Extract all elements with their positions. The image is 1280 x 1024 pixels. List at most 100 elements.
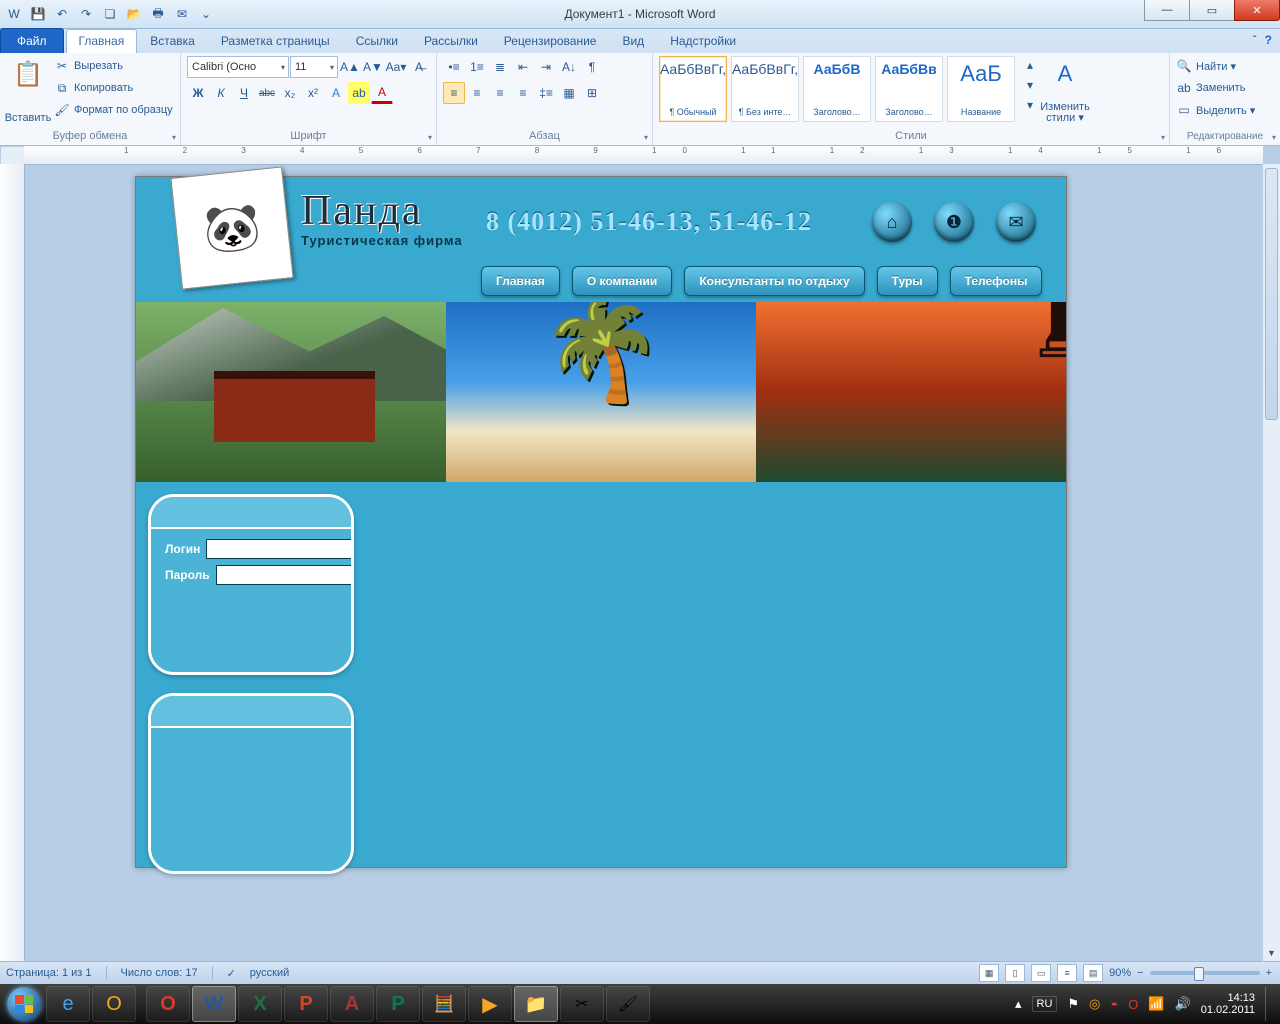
view-web[interactable]: ▭ (1031, 964, 1051, 982)
find-button[interactable]: 🔍Найти ▾ (1176, 56, 1255, 76)
superscript-button[interactable]: x² (302, 82, 324, 104)
tab-addins[interactable]: Надстройки (657, 29, 749, 53)
align-left-button[interactable]: ≡ (443, 82, 465, 104)
numbering-button[interactable]: 1≡ (466, 56, 488, 78)
taskbar-outlook[interactable]: O (92, 986, 136, 1022)
word-app-icon[interactable]: W (4, 4, 24, 24)
style-heading1[interactable]: АаБбВЗаголово… (803, 56, 871, 122)
qat-mail-icon[interactable]: ✉ (172, 4, 192, 24)
indent-inc-button[interactable]: ⇥ (535, 56, 557, 78)
qat-undo-icon[interactable]: ↶ (52, 4, 72, 24)
tab-file[interactable]: Файл (0, 28, 64, 53)
scroll-down-icon[interactable]: ▼ (1263, 944, 1280, 961)
taskbar-snip[interactable]: ✂ (560, 986, 604, 1022)
qat-open-icon[interactable]: 📂 (124, 4, 144, 24)
shading-button[interactable]: ▦ (558, 82, 580, 104)
taskbar-powerpoint[interactable]: P (284, 986, 328, 1022)
change-case-button[interactable]: Aa▾ (385, 56, 407, 78)
tab-review[interactable]: Рецензирование (491, 29, 610, 53)
taskbar-ie[interactable]: e (46, 986, 90, 1022)
tab-page-layout[interactable]: Разметка страницы (208, 29, 343, 53)
taskbar-access[interactable]: A (330, 986, 374, 1022)
window-maximize-button[interactable]: ▭ (1189, 0, 1235, 21)
window-close-button[interactable]: ✕ (1234, 0, 1280, 21)
status-page[interactable]: Страница: 1 из 1 (6, 967, 92, 979)
tab-home[interactable]: Главная (66, 29, 138, 53)
change-styles-button[interactable]: A Изменить стили ▾ (1037, 56, 1093, 126)
taskbar-publisher[interactable]: P (376, 986, 420, 1022)
format-painter-button[interactable]: 🖌Формат по образцу (54, 100, 173, 120)
subscript-button[interactable]: x₂ (279, 82, 301, 104)
multilevel-button[interactable]: ≣ (489, 56, 511, 78)
font-size-combo[interactable]: 11 (290, 56, 338, 78)
bold-button[interactable]: Ж (187, 82, 209, 104)
qat-save-icon[interactable]: 💾 (28, 4, 48, 24)
tab-references[interactable]: Ссылки (343, 29, 411, 53)
style-nospacing[interactable]: АаБбВвГг,¶ Без инте… (731, 56, 799, 122)
show-marks-button[interactable]: ¶ (581, 56, 603, 78)
tray-clock[interactable]: 14:13 01.02.2011 (1201, 992, 1255, 1016)
tray-opera-icon[interactable]: O (1128, 997, 1138, 1012)
copy-button[interactable]: ⧉Копировать (54, 78, 173, 98)
underline-button[interactable]: Ч (233, 82, 255, 104)
style-normal[interactable]: АаБбВвГг,¶ Обычный (659, 56, 727, 122)
align-right-button[interactable]: ≡ (489, 82, 511, 104)
taskbar-opera[interactable]: O (146, 986, 190, 1022)
style-title[interactable]: АаБНазвание (947, 56, 1015, 122)
borders-button[interactable]: ⊞ (581, 82, 603, 104)
tray-security-icon[interactable]: ◓ (1110, 997, 1118, 1012)
login-input[interactable] (206, 539, 354, 559)
password-input[interactable] (216, 565, 354, 585)
qat-new-icon[interactable]: ❏ (100, 4, 120, 24)
zoom-slider[interactable] (1150, 971, 1260, 975)
vertical-scrollbar[interactable]: ▲ ▼ (1262, 164, 1280, 961)
align-justify-button[interactable]: ≡ (512, 82, 534, 104)
paste-button[interactable]: 📋 Вставить (6, 56, 50, 126)
zoom-in-button[interactable]: + (1266, 967, 1272, 979)
cut-button[interactable]: ✂Вырезать (54, 56, 173, 76)
tab-insert[interactable]: Вставка (137, 29, 208, 53)
style-heading2[interactable]: АаБбВвЗаголово… (875, 56, 943, 122)
strike-button[interactable]: abc (256, 82, 278, 104)
select-button[interactable]: ▭Выделить ▾ (1176, 100, 1255, 120)
font-color-button[interactable]: A (371, 83, 393, 104)
horizontal-ruler[interactable]: 1 2 3 4 5 6 7 8 9 10 11 12 13 14 15 16 1… (24, 146, 1263, 165)
tray-flag-icon[interactable]: ⚑ (1067, 996, 1079, 1012)
align-center-button[interactable]: ≡ (466, 82, 488, 104)
taskbar-explorer[interactable]: 📁 (514, 986, 558, 1022)
tab-view[interactable]: Вид (609, 29, 657, 53)
tab-mailings[interactable]: Рассылки (411, 29, 491, 53)
taskbar-player[interactable]: ▶ (468, 986, 512, 1022)
scroll-thumb[interactable] (1265, 168, 1278, 420)
taskbar-excel[interactable]: X (238, 986, 282, 1022)
replace-button[interactable]: abЗаменить (1176, 78, 1255, 98)
show-desktop-button[interactable] (1265, 987, 1274, 1021)
help-icon[interactable]: ? (1265, 33, 1272, 47)
window-minimize-button[interactable]: — (1144, 0, 1190, 21)
view-draft[interactable]: ▤ (1083, 964, 1103, 982)
text-effects-button[interactable]: A (325, 82, 347, 104)
start-button[interactable] (4, 984, 44, 1024)
taskbar-calc[interactable]: 🧮 (422, 986, 466, 1022)
ruler-corner[interactable] (0, 146, 26, 166)
tray-language[interactable]: RU (1032, 996, 1058, 1012)
tray-show-hidden-icon[interactable]: ▴ (1015, 996, 1022, 1012)
qat-redo-icon[interactable]: ↷ (76, 4, 96, 24)
vertical-ruler[interactable] (0, 164, 25, 961)
view-outline[interactable]: ≡ (1057, 964, 1077, 982)
indent-dec-button[interactable]: ⇤ (512, 56, 534, 78)
status-language[interactable]: русский (250, 967, 289, 979)
qat-customize-icon[interactable]: ⌄ (196, 4, 216, 24)
qat-print-icon[interactable]: 🖶 (148, 4, 168, 24)
tray-volume-icon[interactable]: 🔊 (1175, 996, 1191, 1012)
bullets-button[interactable]: •≡ (443, 56, 465, 78)
tray-network-icon[interactable]: 📶 (1148, 996, 1164, 1012)
sort-button[interactable]: A↓ (558, 56, 580, 78)
clear-format-button[interactable]: A̶ (408, 56, 430, 78)
shrink-font-button[interactable]: A▼ (362, 56, 384, 78)
view-fullscreen[interactable]: ▯ (1005, 964, 1025, 982)
zoom-out-button[interactable]: − (1137, 967, 1143, 979)
status-proof-icon[interactable]: ✓ (227, 967, 236, 980)
taskbar-paint[interactable]: 🖌 (606, 986, 650, 1022)
italic-button[interactable]: К (210, 82, 232, 104)
